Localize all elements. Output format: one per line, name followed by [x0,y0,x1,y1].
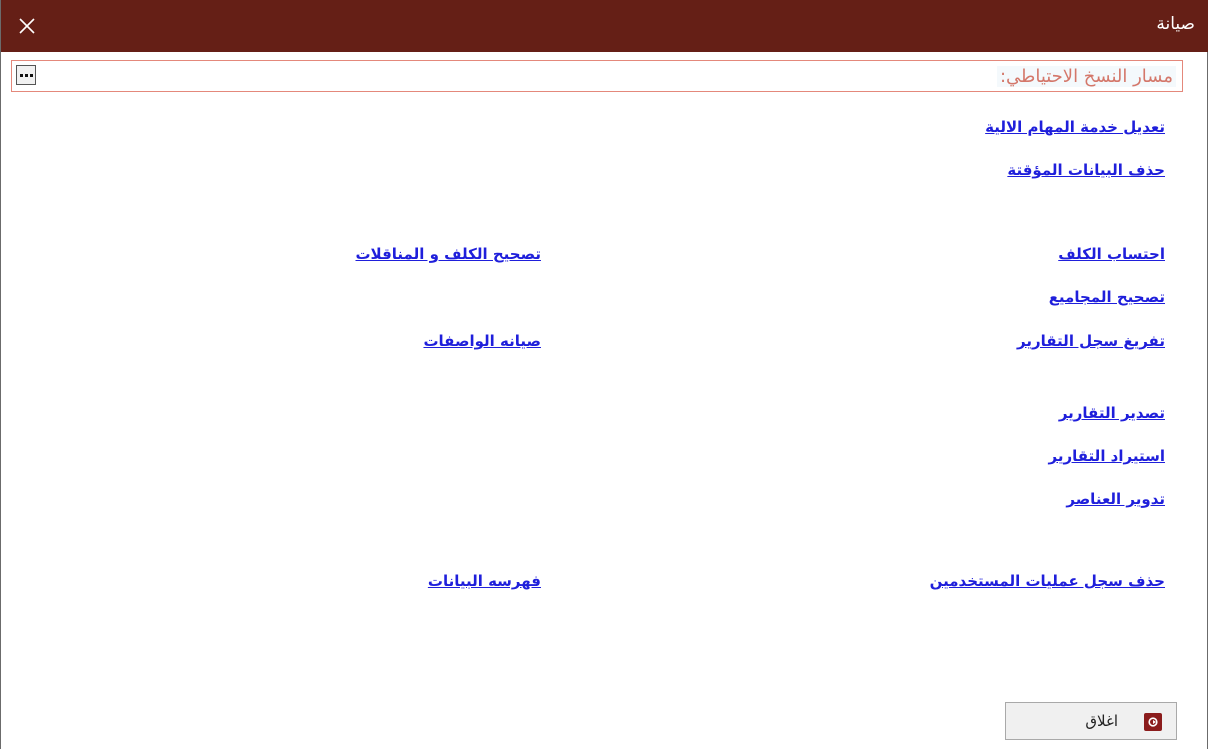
backup-path-field[interactable]: مسار النسخ الاحتياطي: [11,60,1183,92]
export-reports-link[interactable]: تصدير التقارير [1059,404,1165,422]
edit-task-service-link[interactable]: تعديل خدمة المهام الالية [985,118,1165,136]
close-button-label: اغلاق [1085,712,1118,730]
window-title: صيانة [1156,14,1195,34]
delete-temp-data-link[interactable]: حذف البيانات المؤقتة [1007,161,1165,179]
delete-user-ops-log-link[interactable]: حذف سجل عمليات المستخدمين [930,572,1165,590]
maintenance-dialog: صيانة مسار النسخ الاحتياطي: تعديل خدمة ا… [0,0,1208,749]
round-items-link[interactable]: تدوير العناصر [1066,490,1165,508]
index-data-link[interactable]: فهرسه البيانات [428,572,541,590]
close-button[interactable]: اغلاق [1005,702,1177,740]
close-icon [19,18,35,34]
maintain-specs-link[interactable]: صيانه الواصفات [423,332,541,350]
import-reports-link[interactable]: استيراد التقارير [1049,447,1165,465]
close-window-button[interactable] [1,0,53,52]
calculate-costs-link[interactable]: احتساب الكلف [1058,245,1165,263]
clear-reports-log-link[interactable]: تفريغ سجل التقارير [1017,332,1165,350]
exit-icon [1144,713,1162,731]
backup-path-label: مسار النسخ الاحتياطي: [996,66,1176,87]
browse-button[interactable] [16,65,36,85]
ellipsis-icon [19,73,33,77]
correct-totals-link[interactable]: تصحيح المجاميع [1049,288,1165,306]
title-bar: صيانة [1,0,1208,52]
correct-costs-transfers-link[interactable]: تصحيح الكلف و المناقلات [355,245,541,263]
